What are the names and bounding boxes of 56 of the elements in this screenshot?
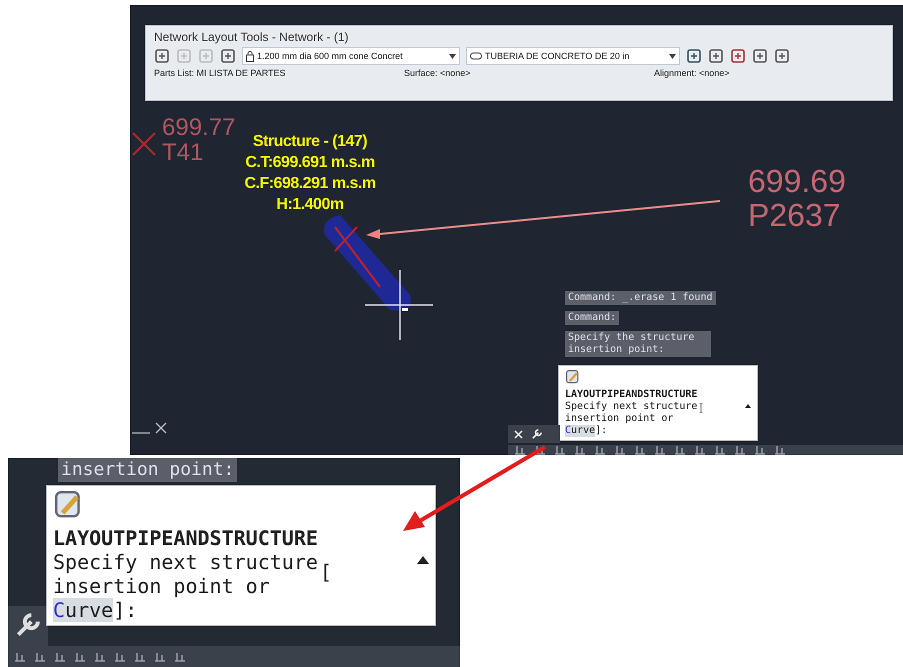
ucs-icon bbox=[131, 422, 167, 434]
close-icon[interactable] bbox=[514, 430, 523, 438]
alignment-label: Alignment: <none> bbox=[654, 68, 730, 78]
command-name: LAYOUTPIPEANDSTRUCTURE bbox=[53, 526, 319, 550]
scroll-up-icon[interactable] bbox=[417, 556, 429, 564]
wrench-icon[interactable] bbox=[14, 613, 40, 639]
status-bar-icon[interactable] bbox=[34, 652, 46, 662]
crosshair-cursor bbox=[364, 269, 434, 341]
caret-icon bbox=[669, 54, 676, 58]
status-bar-icon[interactable] bbox=[614, 445, 626, 455]
status-bar-icon[interactable] bbox=[534, 445, 546, 455]
option-link[interactable]: Curve bbox=[53, 598, 114, 622]
prompt-text: Specify next structure bbox=[53, 550, 318, 574]
toolbar-title: Network Layout Tools - Network - (1) bbox=[154, 30, 350, 44]
elevation-label: 699.77 T41 bbox=[162, 115, 236, 166]
prompt-suffix: ]: bbox=[113, 598, 138, 622]
surface-label: Surface: <none> bbox=[404, 68, 472, 78]
status-bar-icon[interactable] bbox=[734, 445, 746, 455]
status-bar-icon[interactable] bbox=[134, 652, 146, 662]
parts-list-label: Parts List: MI LISTA DE PARTES bbox=[154, 68, 287, 78]
status-bar-icon[interactable] bbox=[554, 445, 566, 455]
text-cursor-icon bbox=[699, 403, 704, 413]
option-link[interactable]: Curve bbox=[565, 425, 596, 437]
structure-dropdown[interactable]: 1.200 mm dia 600 mm cone Concret bbox=[242, 47, 460, 65]
status-bar-icon[interactable] bbox=[754, 445, 766, 455]
status-bar-icon[interactable] bbox=[14, 652, 26, 662]
status-bar-icon[interactable] bbox=[574, 445, 586, 455]
caret-icon bbox=[449, 54, 456, 58]
lock-icon bbox=[246, 50, 254, 62]
elevation-label: 699.69 P2637 bbox=[748, 165, 846, 232]
status-bar-icon[interactable] bbox=[694, 445, 706, 455]
structure-tool-icon[interactable] bbox=[565, 369, 581, 385]
prompt-suffix: ]: bbox=[595, 425, 608, 437]
status-bar-icon[interactable] bbox=[114, 652, 126, 662]
prompt-text: insertion point or bbox=[53, 574, 271, 598]
status-bar-icon[interactable] bbox=[54, 652, 66, 662]
status-bar-icon[interactable] bbox=[94, 652, 106, 662]
status-bar-icon[interactable] bbox=[674, 445, 686, 455]
status-bar-icon[interactable] bbox=[514, 445, 526, 455]
scroll-up-icon[interactable] bbox=[745, 404, 751, 408]
status-bar-icon[interactable] bbox=[154, 652, 166, 662]
status-bar-icon[interactable] bbox=[74, 652, 86, 662]
status-bar-icon[interactable] bbox=[774, 445, 786, 455]
wrench-icon[interactable] bbox=[531, 428, 542, 440]
prompt-text: insertion point or bbox=[565, 413, 674, 425]
status-bar-icon[interactable] bbox=[634, 445, 646, 455]
bracket-text: [ bbox=[320, 560, 332, 584]
status-bar-icon[interactable] bbox=[174, 652, 186, 662]
command-name: LAYOUTPIPEANDSTRUCTURE bbox=[565, 389, 698, 401]
status-bar-icon[interactable] bbox=[714, 445, 726, 455]
pipe-dropdown[interactable]: TUBERIA DE CONCRETO DE 20 in bbox=[466, 47, 680, 65]
status-bar-icon[interactable] bbox=[594, 445, 606, 455]
structure-label-text: Structure - (147) C.T:699.691 m.s.m C.F:698.291 m.s.m H:1.400m bbox=[243, 132, 377, 215]
status-bar-icon[interactable] bbox=[654, 445, 666, 455]
prompt-text: Specify next structure bbox=[565, 401, 698, 413]
cross-marker bbox=[132, 132, 156, 156]
